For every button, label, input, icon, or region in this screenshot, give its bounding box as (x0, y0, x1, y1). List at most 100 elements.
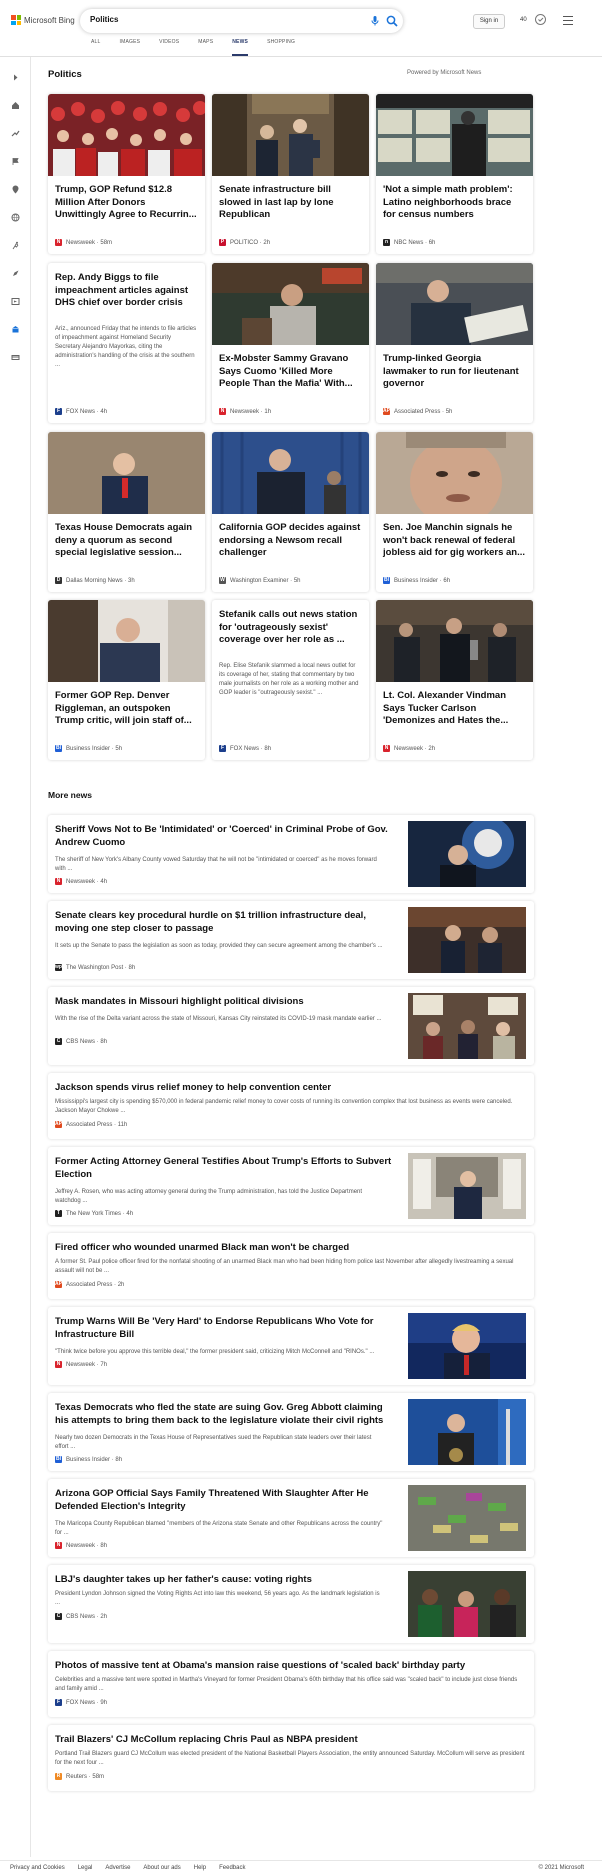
news-source[interactable]: N Newsweek · 1h (219, 408, 271, 415)
microphone-icon[interactable] (368, 14, 382, 28)
news-source[interactable]: BI Business Insider · 5h (55, 745, 122, 752)
news-list-item[interactable]: Trump Warns Will Be 'Very Hard' to Endor… (48, 1307, 534, 1385)
news-title[interactable]: Sen. Joe Manchin signals he won't back r… (383, 522, 525, 560)
news-list-item[interactable]: Photos of massive tent at Obama's mansio… (48, 1651, 534, 1717)
news-title[interactable]: Mask mandates in Missouri highlight poli… (55, 995, 395, 1008)
news-source[interactable]: F FOX News · 8h (219, 745, 271, 752)
footer-link-legal[interactable]: Legal (78, 1865, 93, 1871)
news-source[interactable]: F FOX News · 9h (55, 1699, 107, 1706)
news-card[interactable]: Trump-linked Georgia lawmaker to run for… (376, 263, 533, 423)
news-card[interactable]: Stefanik calls out news station for 'out… (212, 600, 369, 760)
news-title[interactable]: LBJ's daughter takes up her father's cau… (55, 1573, 395, 1586)
news-list-item[interactable]: LBJ's daughter takes up her father's cau… (48, 1565, 534, 1643)
news-card[interactable]: Former GOP Rep. Denver Riggleman, an out… (48, 600, 205, 760)
news-card[interactable]: Sen. Joe Manchin signals he won't back r… (376, 432, 533, 592)
news-source[interactable]: BI Business Insider · 6h (383, 577, 450, 584)
news-source[interactable]: W Washington Examiner · 5h (219, 577, 301, 584)
globe-icon[interactable] (11, 209, 20, 222)
news-title[interactable]: Former GOP Rep. Denver Riggleman, an out… (55, 690, 197, 728)
news-title[interactable]: Stefanik calls out news station for 'out… (219, 609, 361, 647)
tab-news[interactable]: NEWS (232, 40, 249, 56)
news-card[interactable]: Lt. Col. Alexander Vindman Says Tucker C… (376, 600, 533, 760)
rocket-icon[interactable] (11, 265, 20, 276)
news-source[interactable]: N Newsweek · 4h (55, 878, 107, 885)
news-card[interactable]: Rep. Andy Biggs to file impeachment arti… (48, 263, 205, 423)
home-icon[interactable] (11, 97, 20, 109)
news-title[interactable]: Photos of massive tent at Obama's mansio… (55, 1659, 520, 1672)
news-source[interactable]: P POLITICO · 2h (219, 239, 270, 246)
news-card[interactable]: Texas House Democrats again deny a quoru… (48, 432, 205, 592)
news-list-item[interactable]: Mask mandates in Missouri highlight poli… (48, 987, 534, 1065)
news-title[interactable]: Fired officer who wounded unarmed Black … (55, 1241, 520, 1254)
news-title[interactable]: 'Not a simple math problem': Latino neig… (383, 184, 525, 222)
news-source[interactable]: wp The Washington Post · 8h (55, 964, 135, 971)
news-list-item[interactable]: Fired officer who wounded unarmed Black … (48, 1233, 534, 1299)
politics-icon[interactable] (11, 321, 20, 333)
rewards-count[interactable]: 40 (520, 17, 527, 23)
flag-icon[interactable] (11, 153, 20, 165)
news-list-item[interactable]: Texas Democrats who fled the state are s… (48, 1393, 534, 1471)
expand-sidebar-icon[interactable] (11, 69, 20, 81)
news-title[interactable]: Rep. Andy Biggs to file impeachment arti… (55, 272, 197, 310)
footer-link-advertise[interactable]: Advertise (105, 1865, 130, 1871)
news-card[interactable]: Ex-Mobster Sammy Gravano Says Cuomo 'Kil… (212, 263, 369, 423)
news-title[interactable]: Trump Warns Will Be 'Very Hard' to Endor… (55, 1315, 395, 1341)
tab-shopping[interactable]: SHOPPING (267, 40, 295, 56)
news-source[interactable]: D Dallas Morning News · 3h (55, 577, 135, 584)
film-icon[interactable] (11, 293, 20, 305)
news-title[interactable]: Trump, GOP Refund $12.8 Million After Do… (55, 184, 197, 222)
news-title[interactable]: Senate infrastructure bill slowed in las… (219, 184, 361, 222)
footer-link-privacy[interactable]: Privacy and Cookies (10, 1865, 65, 1871)
news-source[interactable]: T The New York Times · 4h (55, 1210, 133, 1217)
news-card[interactable]: Trump, GOP Refund $12.8 Million After Do… (48, 94, 205, 254)
footer-link-help[interactable]: Help (194, 1865, 206, 1871)
money-icon[interactable] (11, 349, 20, 360)
news-card[interactable]: Senate infrastructure bill slowed in las… (212, 94, 369, 254)
powered-by-text[interactable]: Powered by Microsoft News (407, 70, 481, 76)
news-source[interactable]: AP Associated Press · 2h (55, 1281, 124, 1288)
news-title[interactable]: Lt. Col. Alexander Vindman Says Tucker C… (383, 690, 525, 728)
news-source[interactable]: n NBC News · 6h (383, 239, 435, 246)
news-list-item[interactable]: Trail Blazers' CJ McCollum replacing Chr… (48, 1725, 534, 1791)
search-icon[interactable] (385, 14, 399, 28)
news-source[interactable]: R Reuters · 58m (55, 1773, 104, 1780)
sign-in-button[interactable]: Sign in (473, 14, 505, 29)
news-source[interactable]: C CBS News · 2h (55, 1613, 107, 1620)
news-source[interactable]: N Newsweek · 7h (55, 1361, 107, 1368)
news-source[interactable]: N Newsweek · 8h (55, 1542, 107, 1549)
news-title[interactable]: Arizona GOP Official Says Family Threate… (55, 1487, 395, 1513)
news-list-item[interactable]: Arizona GOP Official Says Family Threate… (48, 1479, 534, 1557)
search-input[interactable]: Politics (90, 15, 118, 24)
trending-icon[interactable] (11, 125, 20, 137)
news-list-item[interactable]: Former Acting Attorney General Testifies… (48, 1147, 534, 1225)
news-title[interactable]: California GOP decides against endorsing… (219, 522, 361, 560)
footer-link-feedback[interactable]: Feedback (219, 1865, 245, 1871)
footer-link-about-ads[interactable]: About our ads (143, 1865, 180, 1871)
news-title[interactable]: Texas House Democrats again deny a quoru… (55, 522, 197, 560)
news-list-item[interactable]: Sheriff Vows Not to Be 'Intimidated' or … (48, 815, 534, 893)
news-source[interactable]: N Newsweek · 58m (55, 239, 112, 246)
location-icon[interactable] (11, 181, 20, 194)
bing-logo[interactable]: Microsoft Bing (11, 15, 75, 25)
rewards-icon[interactable] (534, 13, 547, 26)
news-source[interactable]: BI Business Insider · 8h (55, 1456, 122, 1463)
menu-icon[interactable] (563, 16, 573, 25)
news-card[interactable]: 'Not a simple math problem': Latino neig… (376, 94, 533, 254)
news-list-item[interactable]: Senate clears key procedural hurdle on $… (48, 901, 534, 979)
news-title[interactable]: Sheriff Vows Not to Be 'Intimidated' or … (55, 823, 395, 849)
news-title[interactable]: Senate clears key procedural hurdle on $… (55, 909, 395, 935)
news-list-item[interactable]: Jackson spends virus relief money to hel… (48, 1073, 534, 1139)
news-card[interactable]: California GOP decides against endorsing… (212, 432, 369, 592)
tab-maps[interactable]: MAPS (198, 40, 213, 56)
news-title[interactable]: Jackson spends virus relief money to hel… (55, 1081, 520, 1094)
news-source[interactable]: AP Associated Press · 11h (55, 1121, 127, 1128)
search-box[interactable]: Politics (80, 9, 403, 33)
running-icon[interactable] (11, 237, 20, 250)
news-source[interactable]: N Newsweek · 2h (383, 745, 435, 752)
news-title[interactable]: Ex-Mobster Sammy Gravano Says Cuomo 'Kil… (219, 353, 361, 391)
news-title[interactable]: Trail Blazers' CJ McCollum replacing Chr… (55, 1733, 520, 1746)
news-title[interactable]: Texas Democrats who fled the state are s… (55, 1401, 395, 1427)
news-title[interactable]: Former Acting Attorney General Testifies… (55, 1155, 395, 1181)
news-source[interactable]: C CBS News · 8h (55, 1038, 107, 1045)
tab-videos[interactable]: VIDEOS (159, 40, 179, 56)
